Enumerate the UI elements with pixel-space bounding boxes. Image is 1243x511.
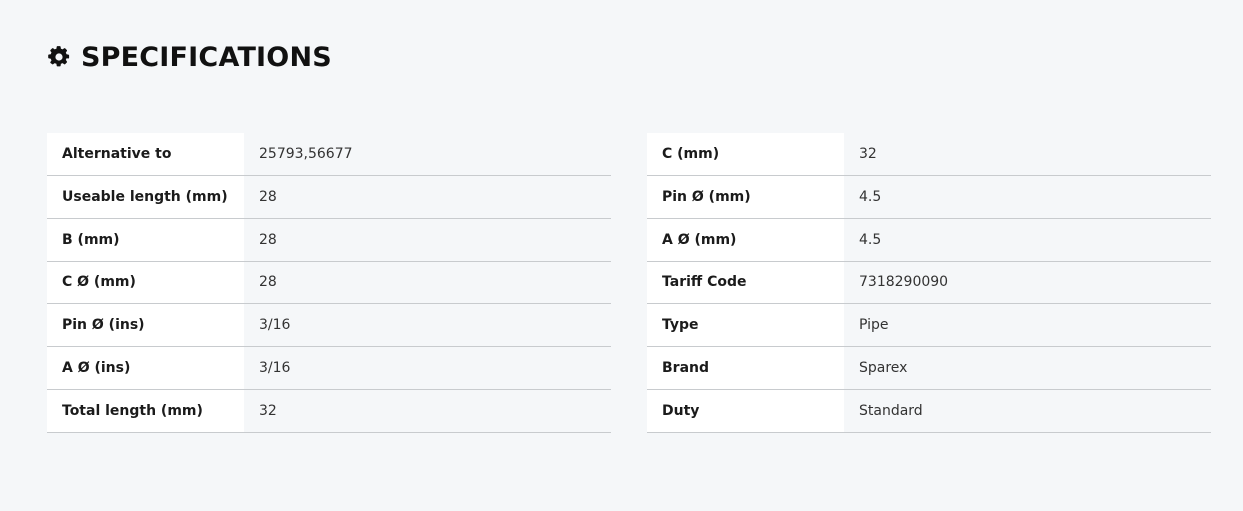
spec-value: 3/16 — [244, 304, 611, 347]
spec-value: 4.5 — [844, 175, 1211, 218]
spec-value: 25793,56677 — [244, 133, 611, 175]
table-row: Brand Sparex — [647, 347, 1211, 391]
table-row: Tariff Code 7318290090 — [647, 261, 1211, 305]
spec-value: 28 — [244, 261, 611, 304]
spec-value: 4.5 — [844, 218, 1211, 261]
table-row: A Ø (mm) 4.5 — [647, 218, 1211, 262]
spec-label: A Ø (ins) — [47, 347, 244, 390]
spec-value: 7318290090 — [844, 261, 1211, 304]
table-row: Pin Ø (mm) 4.5 — [647, 175, 1211, 219]
spec-label: Total length (mm) — [47, 390, 244, 432]
table-row: Useable length (mm) 28 — [47, 175, 611, 219]
table-row: B (mm) 28 — [47, 218, 611, 262]
spec-label: B (mm) — [47, 218, 244, 261]
spec-label: A Ø (mm) — [647, 218, 844, 261]
spec-value: 32 — [844, 133, 1211, 175]
table-row: Duty Standard — [647, 390, 1211, 433]
spec-label: Pin Ø (ins) — [47, 304, 244, 347]
table-row: A Ø (ins) 3/16 — [47, 347, 611, 391]
table-row: Alternative to 25793,56677 — [47, 133, 611, 176]
table-row: C Ø (mm) 28 — [47, 261, 611, 305]
spec-value: Standard — [844, 390, 1211, 432]
spec-label: Type — [647, 304, 844, 347]
table-row: C (mm) 32 — [647, 133, 1211, 176]
spec-label: Duty — [647, 390, 844, 432]
spec-label: C Ø (mm) — [47, 261, 244, 304]
specs-table-right: C (mm) 32 Pin Ø (mm) 4.5 A Ø (mm) 4.5 Ta… — [647, 133, 1211, 433]
spec-label: Useable length (mm) — [47, 175, 244, 218]
page-title: SPECIFICATIONS — [81, 41, 332, 73]
spec-label: Alternative to — [47, 133, 244, 175]
table-row: Pin Ø (ins) 3/16 — [47, 304, 611, 348]
specifications-heading: SPECIFICATIONS — [47, 37, 332, 77]
specs-table-left: Alternative to 25793,56677 Useable lengt… — [47, 133, 611, 433]
spec-value: 28 — [244, 175, 611, 218]
spec-label: Tariff Code — [647, 261, 844, 304]
spec-label: Brand — [647, 347, 844, 390]
gear-icon — [47, 45, 71, 69]
spec-value: Sparex — [844, 347, 1211, 390]
spec-value: Pipe — [844, 304, 1211, 347]
spec-label: C (mm) — [647, 133, 844, 175]
spec-label: Pin Ø (mm) — [647, 175, 844, 218]
spec-value: 3/16 — [244, 347, 611, 390]
spec-value: 28 — [244, 218, 611, 261]
spec-value: 32 — [244, 390, 611, 432]
table-row: Type Pipe — [647, 304, 1211, 348]
table-row: Total length (mm) 32 — [47, 390, 611, 433]
